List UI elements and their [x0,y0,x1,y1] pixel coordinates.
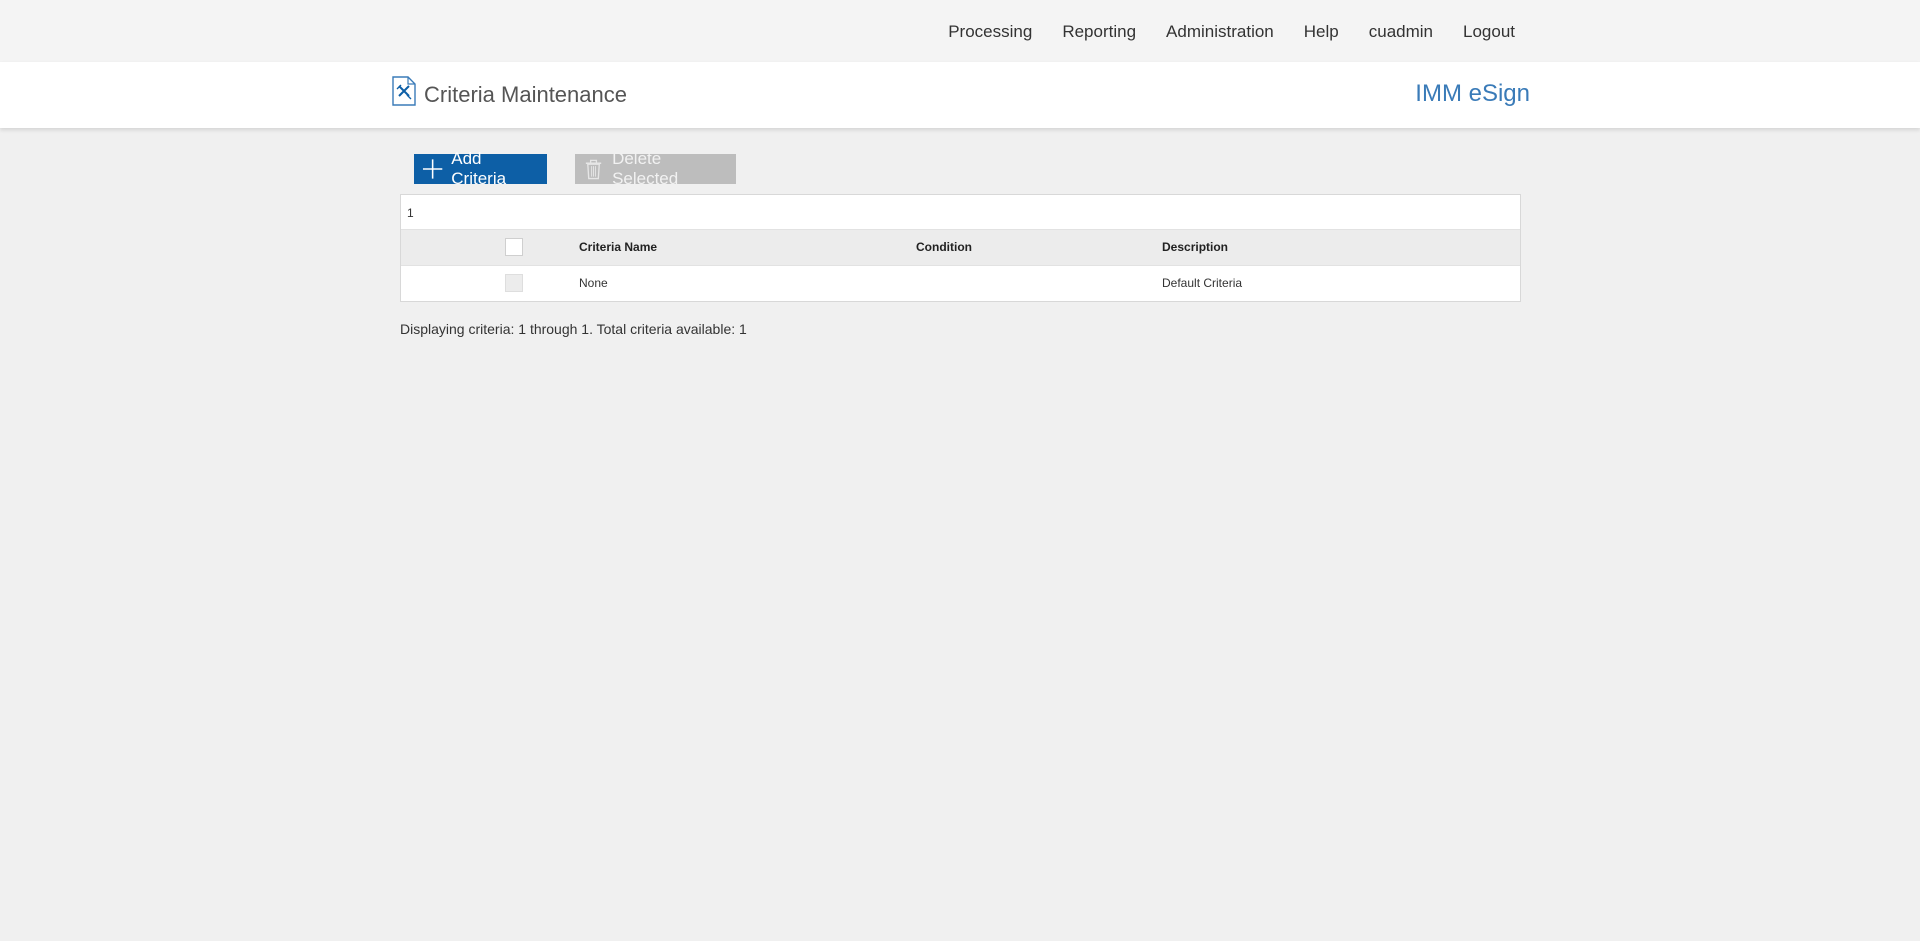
nav-item-help[interactable]: Help [1304,22,1339,42]
delete-selected-button[interactable]: Delete Selected [575,149,736,188]
nav-menu: Processing Reporting Administration Help… [918,22,1515,42]
pagination: 1 [401,195,1520,230]
nav-item-administration[interactable]: Administration [1166,22,1274,42]
nav-item-logout[interactable]: Logout [1463,22,1515,42]
nav-item-reporting[interactable]: Reporting [1062,22,1136,42]
column-header-criteria-name[interactable]: Criteria Name [579,230,657,265]
table-header-row: Criteria Name Condition Description [401,230,1520,266]
brand-logo-text: IMM eSign [1415,80,1530,107]
page-title: Criteria Maintenance [424,82,627,107]
toolbar: Add Criteria Delete Selected [414,149,736,188]
trash-icon [585,159,602,180]
delete-selected-label: Delete Selected [612,149,679,188]
plus-icon [422,159,443,179]
criteria-table: 1 Criteria Name Condition Description No… [400,194,1521,302]
page-header: Criteria Maintenance IMM eSign [0,62,1920,128]
description-cell: Default Criteria [1162,276,1243,290]
page-number-link[interactable]: 1 [407,206,414,220]
row-checkbox [505,274,523,292]
nav-item-user[interactable]: cuadmin [1369,22,1433,42]
column-header-condition[interactable]: Condition [916,230,972,265]
column-header-description[interactable]: Description [1162,230,1228,265]
add-criteria-label: Add Criteria [451,149,507,188]
record-count-status: Displaying criteria: 1 through 1. Total … [400,321,747,337]
nav-item-processing[interactable]: Processing [948,22,1032,42]
criteria-document-icon [392,76,416,106]
criteria-name-cell: None [579,276,608,290]
add-criteria-button[interactable]: Add Criteria [414,149,547,188]
table-row[interactable]: None Default Criteria [401,266,1520,301]
select-all-checkbox[interactable] [505,238,523,256]
top-navigation: Processing Reporting Administration Help… [0,0,1920,62]
